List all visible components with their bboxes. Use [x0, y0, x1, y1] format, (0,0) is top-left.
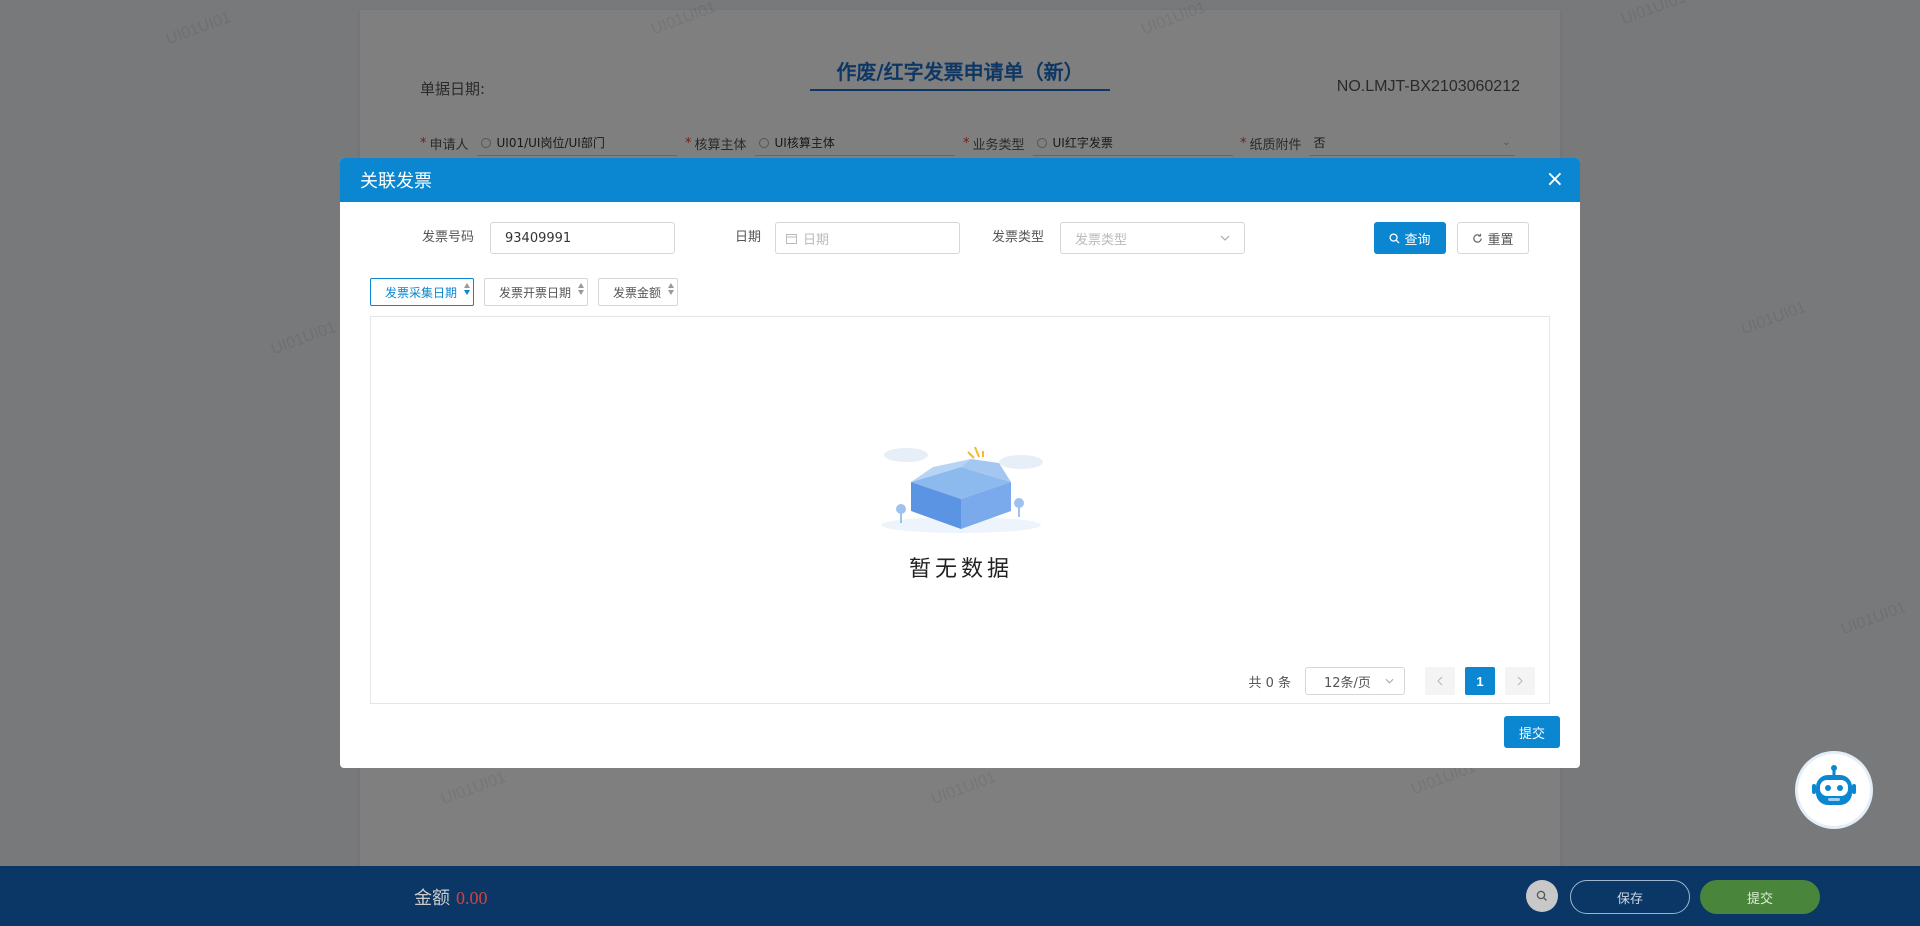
invoice-type-label: 发票类型 [992, 230, 1045, 245]
chevron-left-icon [1437, 676, 1443, 686]
invoice-number-label: 发票号码 [422, 230, 475, 245]
close-icon[interactable]: × [1546, 169, 1564, 191]
date-label: 日期 [735, 230, 762, 245]
date-placeholder: 日期 [803, 232, 830, 248]
pagination: 共 0 条 12条/页 1 [1248, 667, 1535, 695]
prev-page-button[interactable] [1425, 667, 1455, 695]
related-invoice-dialog: 关联发票 × 发票号码 93409991 日期 日期 发票类型 发票类型 查询 [340, 158, 1580, 768]
sort-arrows-icon [668, 283, 674, 295]
current-page-button[interactable]: 1 [1465, 667, 1495, 695]
query-label: 查询 [1404, 232, 1431, 248]
calendar-icon [786, 233, 797, 244]
total-count: 共 0 条 [1248, 675, 1291, 691]
sort-issue-date[interactable]: 发票开票日期 [484, 278, 588, 306]
sort-amount[interactable]: 发票金额 [598, 278, 678, 306]
amount-label: 金额 [414, 888, 450, 909]
bottom-action-bar: 金额 0.00 保存 提交 [0, 866, 1920, 926]
submit-button[interactable]: 提交 [1700, 880, 1820, 914]
page-size-value: 12条/页 [1324, 675, 1371, 691]
sort-collection-date[interactable]: 发票采集日期 [370, 278, 474, 306]
invoice-type-select[interactable]: 发票类型 [1060, 222, 1245, 254]
invoice-list: 暂无数据 共 0 条 12条/页 1 [370, 316, 1550, 704]
amount-display: 金额 0.00 [414, 884, 488, 910]
page-size-select[interactable]: 12条/页 [1305, 667, 1405, 695]
chevron-right-icon [1517, 676, 1523, 686]
dialog-header: 关联发票 × [340, 158, 1580, 202]
amount-value: 0.00 [456, 888, 488, 908]
dialog-title: 关联发票 [360, 171, 432, 192]
chevron-down-icon [1220, 235, 1230, 241]
date-input[interactable]: 日期 [775, 222, 960, 254]
sort-label: 发票开票日期 [499, 285, 572, 300]
search-icon[interactable] [1526, 880, 1558, 912]
invoice-type-placeholder: 发票类型 [1075, 232, 1128, 248]
reset-label: 重置 [1487, 232, 1514, 248]
empty-box-icon [871, 437, 1051, 541]
save-button[interactable]: 保存 [1570, 880, 1690, 914]
sort-label: 发票金额 [613, 285, 662, 300]
refresh-icon [1472, 233, 1483, 244]
dialog-submit-button[interactable]: 提交 [1504, 716, 1560, 748]
query-button[interactable]: 查询 [1374, 222, 1446, 254]
invoice-number-input[interactable]: 93409991 [490, 222, 675, 254]
sort-arrows-icon [578, 283, 584, 295]
search-icon [1389, 232, 1401, 244]
empty-state: 暂无数据 [871, 437, 1051, 583]
next-page-button[interactable] [1505, 667, 1535, 695]
empty-state-text: 暂无数据 [908, 557, 1013, 582]
reset-button[interactable]: 重置 [1457, 222, 1529, 254]
robot-assistant-icon[interactable] [1798, 754, 1870, 826]
sort-label: 发票采集日期 [385, 285, 458, 300]
search-form: 发票号码 93409991 日期 日期 发票类型 发票类型 查询 重置 [340, 222, 1580, 254]
sort-arrows-icon [464, 283, 470, 295]
chevron-down-icon [1385, 678, 1394, 684]
